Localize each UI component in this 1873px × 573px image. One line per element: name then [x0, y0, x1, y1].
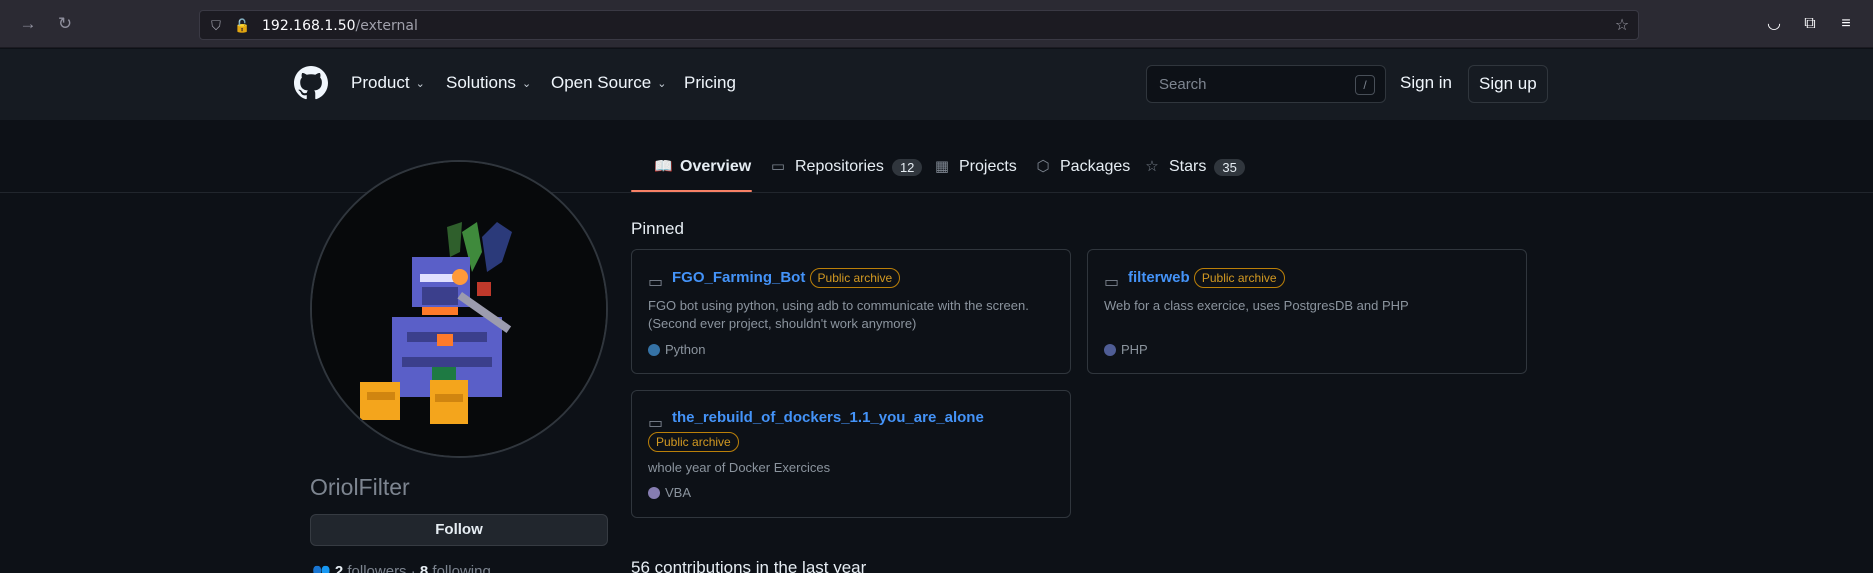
- following-label[interactable]: following: [432, 563, 490, 573]
- repo-language-label: Python: [665, 342, 706, 357]
- chevron-down-icon: ⌄: [415, 77, 425, 90]
- search-shortcut-key: /: [1355, 75, 1375, 95]
- repo-icon: ▭: [648, 415, 664, 432]
- search-input[interactable]: Search /: [1146, 65, 1386, 103]
- followers-count[interactable]: 2: [335, 563, 343, 573]
- repo-link[interactable]: the_rebuild_of_dockers_1.1_you_are_alone: [672, 409, 1062, 426]
- repositories-count: 12: [891, 158, 923, 176]
- tab-projects-label: Projects: [959, 158, 1017, 175]
- url-text[interactable]: 192.168.1.50/external: [262, 18, 418, 34]
- follow-stats: 👥 2 followers · 8 following: [312, 562, 491, 573]
- tab-repositories[interactable]: ▭ Repositories 12: [769, 158, 923, 176]
- chevron-down-icon: ⌄: [521, 77, 532, 90]
- repo-icon: ▭: [1104, 274, 1120, 291]
- contributions-heading: 56 contributions in the last year: [631, 558, 867, 573]
- chevron-down-icon: ⌄: [657, 77, 667, 90]
- nav-product-label: Product: [351, 73, 410, 92]
- nav-pricing[interactable]: Pricing: [684, 73, 736, 93]
- url-path: /external: [355, 18, 418, 34]
- nav-open-source[interactable]: Open Source ⌄: [551, 73, 666, 93]
- pocket-icon[interactable]: ◡: [1764, 14, 1784, 34]
- nav-pricing-label: Pricing: [684, 73, 736, 92]
- language-color-dot: [1104, 343, 1116, 356]
- repo-language: PHP: [1104, 342, 1148, 357]
- people-icon: 👥: [312, 563, 331, 573]
- profile-tabs: 📖 Overview ▭ Repositories 12 ▦ Projects …: [0, 120, 1873, 193]
- archive-badge: Public archive: [648, 432, 739, 452]
- active-tab-indicator: [631, 190, 752, 192]
- following-count[interactable]: 8: [420, 563, 428, 573]
- pinned-heading: Pinned: [631, 219, 684, 238]
- language-color-dot: [648, 486, 660, 499]
- repo-icon: ▭: [770, 158, 786, 175]
- browser-toolbar: → ↻ ⛉ 🔓 192.168.1.50/external ☆ ◡ ⧉ ≡: [0, 0, 1873, 48]
- repo-language: Python: [648, 342, 705, 357]
- repo-description: whole year of Docker Exercices: [648, 460, 831, 475]
- tab-overview-label: Overview: [680, 158, 752, 175]
- nav-open-source-label: Open Source: [551, 73, 652, 92]
- language-color-dot: [648, 343, 660, 356]
- pinned-repo-title: the_rebuild_of_dockers_1.1_you_are_alone: [672, 409, 1062, 426]
- repo-description-line: FGO bot using python, using adb to commu…: [648, 298, 1029, 313]
- shield-icon[interactable]: ⛉: [208, 18, 224, 34]
- avatar[interactable]: [310, 160, 608, 458]
- tab-stars[interactable]: ☆ Stars 35: [1143, 158, 1245, 176]
- star-icon: ☆: [1145, 158, 1159, 175]
- tab-repositories-label: Repositories: [795, 158, 884, 175]
- bookmark-star-icon[interactable]: ☆: [1614, 18, 1630, 34]
- table-icon: ▦: [934, 158, 950, 175]
- avatar-pixel-art: [312, 162, 606, 456]
- repo-link[interactable]: filterweb: [1128, 269, 1190, 286]
- pinned-card: ▭ the_rebuild_of_dockers_1.1_you_are_alo…: [631, 390, 1071, 518]
- address-bar[interactable]: ⛉ 🔓 192.168.1.50/external ☆: [199, 10, 1639, 40]
- extensions-icon[interactable]: ⧉: [1800, 14, 1820, 34]
- forward-icon[interactable]: →: [18, 14, 38, 34]
- pinned-card: ▭ filterweb Public archive Web for a cla…: [1087, 249, 1527, 374]
- repo-description: Web for a class exercice, uses PostgresD…: [1104, 298, 1409, 313]
- sign-in-link[interactable]: Sign in: [1400, 73, 1452, 93]
- archive-badge: Public archive: [809, 268, 901, 288]
- pinned-repo-title: filterweb Public archive: [1128, 268, 1285, 288]
- tab-packages[interactable]: ⬡ Packages: [1034, 158, 1130, 176]
- nav-solutions-label: Solutions: [446, 73, 516, 92]
- tab-packages-label: Packages: [1060, 158, 1131, 175]
- site-header: Product ⌄ Solutions ⌄ Open Source ⌄ Pricing…: [0, 49, 1873, 120]
- profile-username: OriolFilter: [310, 474, 410, 500]
- book-icon: 📖: [654, 158, 673, 175]
- stars-count: 35: [1214, 158, 1245, 176]
- repo-language: VBA: [648, 485, 691, 500]
- pinned-repo-title: FGO_Farming_Bot Public archive: [672, 268, 901, 288]
- repo-description: FGO bot using python, using adb to commu…: [648, 297, 1058, 333]
- insecure-lock-icon[interactable]: 🔓: [234, 18, 250, 34]
- repo-language-label: PHP: [1121, 342, 1148, 357]
- search-placeholder: Search: [1159, 76, 1207, 93]
- url-host: 192.168.1.50: [262, 18, 356, 34]
- nav-product[interactable]: Product ⌄: [351, 73, 425, 93]
- tab-stars-label: Stars: [1169, 158, 1207, 175]
- pinned-card: ▭ FGO_Farming_Bot Public archive FGO bot…: [631, 249, 1071, 374]
- sign-up-button[interactable]: Sign up: [1468, 65, 1548, 103]
- followers-label[interactable]: followers: [347, 563, 406, 573]
- reload-icon[interactable]: ↻: [55, 14, 75, 34]
- github-logo-icon[interactable]: [294, 66, 328, 100]
- nav-solutions[interactable]: Solutions ⌄: [446, 73, 531, 93]
- package-icon: ⬡: [1036, 158, 1050, 175]
- follow-button[interactable]: Follow: [310, 514, 608, 546]
- repo-icon: ▭: [648, 274, 664, 291]
- repo-language-label: VBA: [665, 485, 692, 500]
- tab-projects[interactable]: ▦ Projects: [933, 158, 1017, 176]
- tab-overview[interactable]: 📖 Overview: [654, 158, 751, 176]
- archive-badge: Public archive: [1193, 268, 1285, 288]
- menu-icon[interactable]: ≡: [1836, 14, 1856, 34]
- repo-description-line: (Second ever project, shouldn't work any…: [648, 316, 917, 331]
- repo-link[interactable]: FGO_Farming_Bot: [672, 269, 805, 286]
